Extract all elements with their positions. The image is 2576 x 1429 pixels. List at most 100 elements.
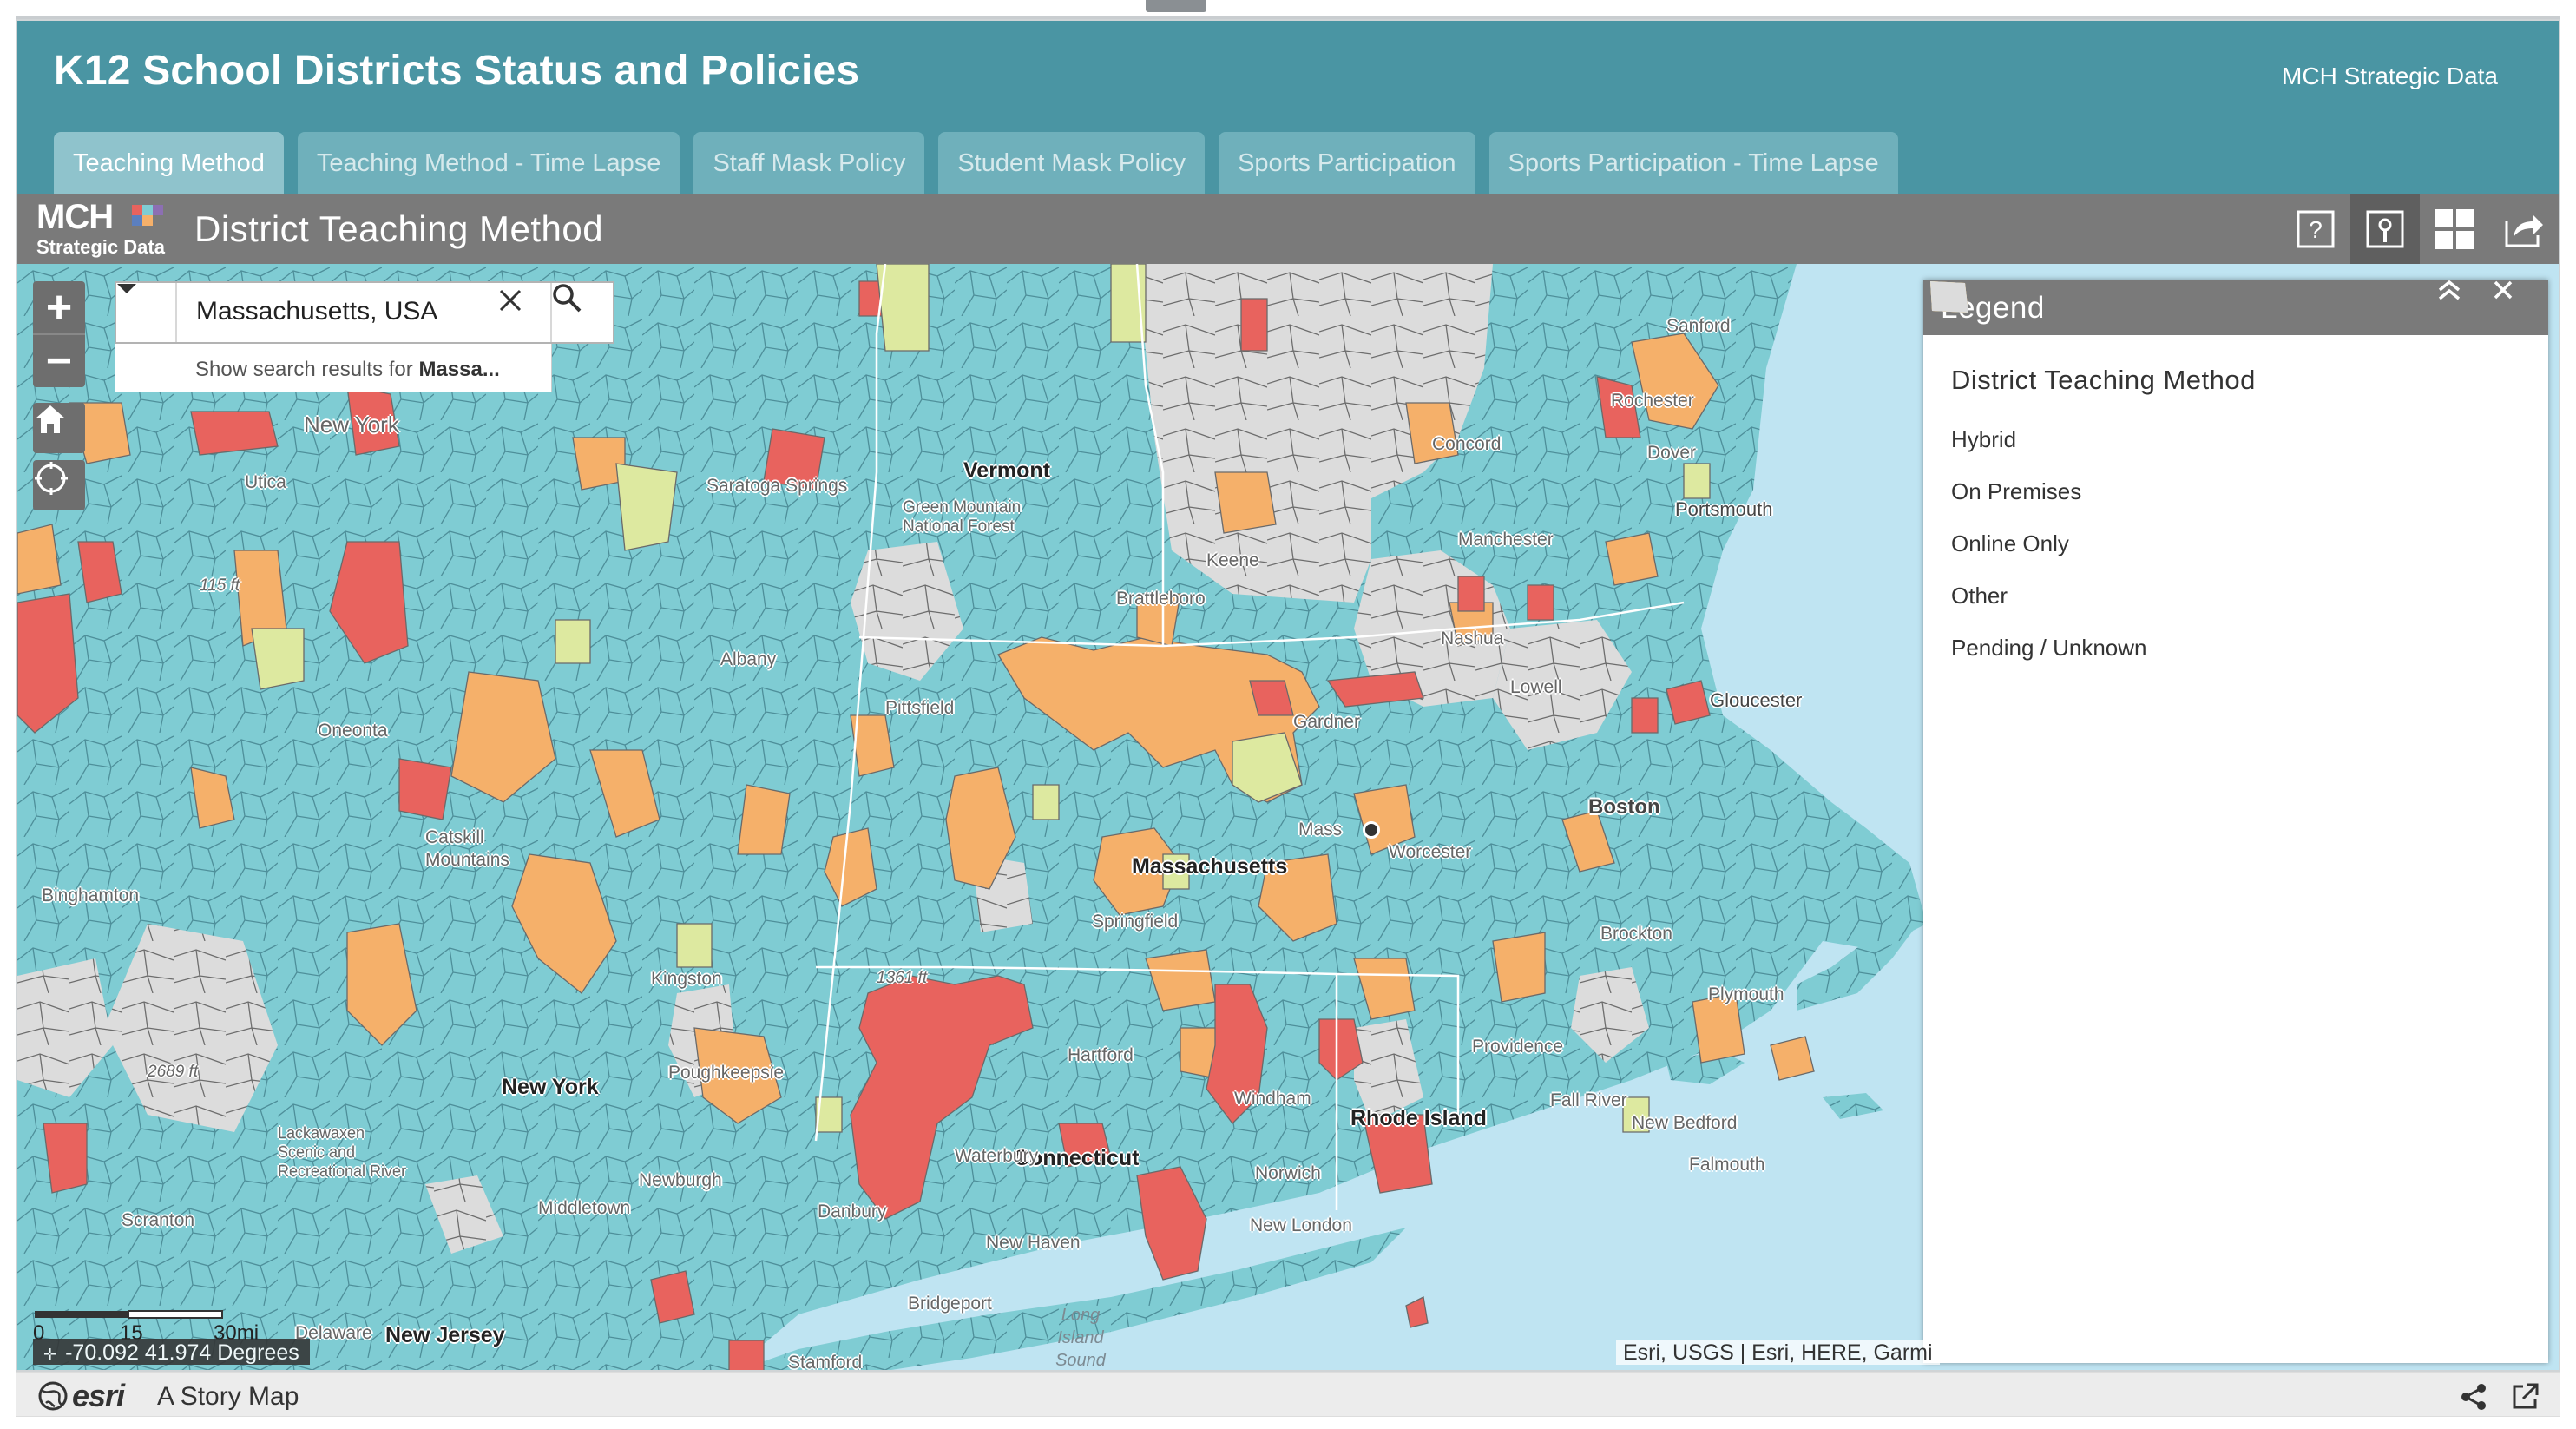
map-label-dover: Dover	[1647, 443, 1697, 463]
search-input[interactable]: Massachusetts, USA	[196, 297, 437, 326]
zoom-controls: + −	[33, 281, 85, 387]
legend-item-online-only: Online Only	[1930, 281, 2548, 570]
coordinate-readout: ✛ -70.092 41.974 Degrees	[33, 1339, 310, 1365]
map-elevation-1361: 1361 ft	[877, 969, 928, 987]
collapse-legend-button[interactable]	[2437, 280, 2493, 335]
clear-search-button[interactable]	[498, 288, 547, 337]
legend-header: Legend	[1923, 280, 2548, 335]
map-label-kingston: Kingston	[651, 969, 722, 989]
map-label-worcester: Worcester	[1389, 842, 1472, 862]
legend-panel: Legend District Teaching Method Hybrid O…	[1923, 280, 2548, 1363]
map-label-poughkeepsie: Poughkeepsie	[668, 1063, 785, 1083]
map-label-new-london: New London	[1250, 1215, 1352, 1235]
map-label-binghamton: Binghamton	[42, 886, 140, 905]
tab-bar: Teaching Method Teaching Method - Time L…	[54, 132, 1898, 194]
tab-sports-participation-time-lapse[interactable]: Sports Participation - Time Lapse	[1488, 132, 1898, 194]
top-drag-handle[interactable]	[1146, 0, 1206, 12]
tab-teaching-method[interactable]: Teaching Method	[54, 132, 284, 194]
app-header: K12 School Districts Status and Policies…	[17, 21, 2559, 194]
map-label-scranton: Scranton	[122, 1210, 195, 1230]
tab-teaching-method-time-lapse[interactable]: Teaching Method - Time Lapse	[297, 132, 680, 194]
story-map-footer: esri A Story Map	[16, 1372, 2560, 1417]
zoom-out-button[interactable]: −	[33, 335, 85, 387]
locate-icon	[35, 462, 68, 495]
map-label-oneonta: Oneonta	[318, 721, 388, 741]
search-icon	[553, 284, 582, 313]
legend-layer-title: District Teaching Method	[1951, 365, 2256, 395]
map-label-gloucester: Gloucester	[1710, 689, 1803, 711]
locate-button[interactable]	[33, 460, 85, 510]
svg-text:?: ?	[2309, 216, 2323, 243]
map-label-lackawaxen: Lackawaxen Scenic and Recreational River	[278, 1124, 407, 1180]
mch-logo: MCH Strategic Data	[36, 198, 165, 258]
map-label-manchester: Manchester	[1458, 530, 1554, 550]
esri-logo[interactable]: esri	[37, 1378, 125, 1414]
map-label-bridgeport: Bridgeport	[908, 1294, 992, 1314]
map-label-concord: Concord	[1432, 434, 1502, 454]
grid-icon[interactable]	[2420, 194, 2489, 264]
legend-icon[interactable]	[2350, 194, 2420, 264]
map-label-saratoga-springs: Saratoga Springs	[706, 476, 848, 496]
state-label-massachusetts: Massachusetts	[1132, 854, 1288, 879]
map-label-boston: Boston	[1588, 795, 1660, 819]
map-label-brattleboro: Brattleboro	[1116, 589, 1206, 609]
map-attribution[interactable]: Esri, USGS | Esri, HERE, Garmi	[1616, 1340, 1940, 1365]
home-button[interactable]	[33, 403, 85, 453]
zoom-in-button[interactable]: +	[33, 281, 85, 333]
pending-unknown-swatch	[1930, 281, 1968, 313]
map-label-brockton: Brockton	[1600, 924, 1672, 944]
map-label-windham: Windham	[1234, 1089, 1311, 1109]
map-label-catskill: Catskill Mountains	[425, 827, 509, 870]
map-label-lowell: Lowell	[1510, 677, 1562, 697]
map-label-albany: Albany	[720, 649, 777, 669]
tab-sports-participation[interactable]: Sports Participation	[1219, 132, 1475, 194]
story-map-app: K12 School Districts Status and Policies…	[16, 19, 2560, 1372]
app-title: K12 School Districts Status and Policies	[54, 48, 860, 94]
map-label-green-mountain: Green Mountain National Forest	[903, 498, 1022, 536]
map-label-mass: Mass	[1298, 820, 1343, 840]
map-title-bar: MCH Strategic Data District Teaching Met…	[17, 194, 2559, 264]
legend-item-pending-unknown: Pending / Unknown	[1930, 281, 2548, 674]
state-label-new-jersey: New Jersey	[385, 1323, 505, 1347]
globe-icon	[38, 1381, 68, 1411]
map-label-springfield: Springfield	[1092, 912, 1179, 932]
share-icon[interactable]	[2457, 1380, 2492, 1414]
open-new-window-icon[interactable]	[2507, 1380, 2542, 1414]
search-result-marker[interactable]	[1363, 821, 1380, 839]
chevron-double-up-icon	[2438, 280, 2461, 300]
app-subtitle: MCH Strategic Data	[2282, 63, 2498, 89]
tab-staff-mask-policy[interactable]: Staff Mask Policy	[693, 132, 925, 194]
map-label-waterbury: Waterbury	[955, 1146, 1039, 1166]
map-view[interactable]: Vermont New York Massachusetts Connectic…	[17, 264, 2559, 1372]
close-legend-button[interactable]	[2493, 280, 2548, 335]
map-label-plymouth: Plymouth	[1708, 984, 1784, 1004]
section-title: District Teaching Method	[194, 208, 604, 249]
map-label-fall-river: Fall River	[1550, 1090, 1627, 1110]
share-icon[interactable]	[2489, 194, 2559, 264]
search-button[interactable]	[550, 283, 613, 342]
map-label-providence: Providence	[1472, 1037, 1564, 1057]
map-elevation-2689: 2689 ft	[148, 1063, 199, 1081]
map-label-nashua: Nashua	[1441, 629, 1504, 649]
story-map-label: A Story Map	[157, 1382, 299, 1411]
map-elevation-115: 115 ft	[200, 576, 240, 595]
map-label-new-york-region: New York	[304, 412, 399, 438]
map-label-portsmouth: Portsmouth	[1675, 498, 1773, 520]
map-label-stamford: Stamford	[788, 1353, 863, 1372]
search-suggestion[interactable]: Show search results for Massa...	[115, 344, 552, 392]
state-label-new-york: New York	[502, 1075, 599, 1099]
map-label-danbury: Danbury	[818, 1202, 887, 1222]
legend-body: District Teaching Method Hybrid On Premi…	[1923, 281, 2548, 674]
map-label-long-island-sound: Long Island Sound	[1055, 1306, 1106, 1370]
map-label-new-haven: New Haven	[986, 1233, 1081, 1253]
map-toolbar: ?	[2281, 194, 2559, 264]
search-source-dropdown[interactable]	[116, 283, 177, 342]
legend-item-on-premises: On Premises	[1930, 281, 2548, 517]
tab-student-mask-policy[interactable]: Student Mask Policy	[938, 132, 1206, 194]
help-icon[interactable]: ?	[2281, 194, 2350, 264]
map-label-newburgh: Newburgh	[639, 1170, 722, 1190]
close-icon	[499, 289, 522, 312]
map-label-gardner: Gardner	[1293, 712, 1361, 732]
map-label-keene: Keene	[1206, 550, 1259, 570]
crosshair-icon: ✛	[43, 1346, 57, 1363]
